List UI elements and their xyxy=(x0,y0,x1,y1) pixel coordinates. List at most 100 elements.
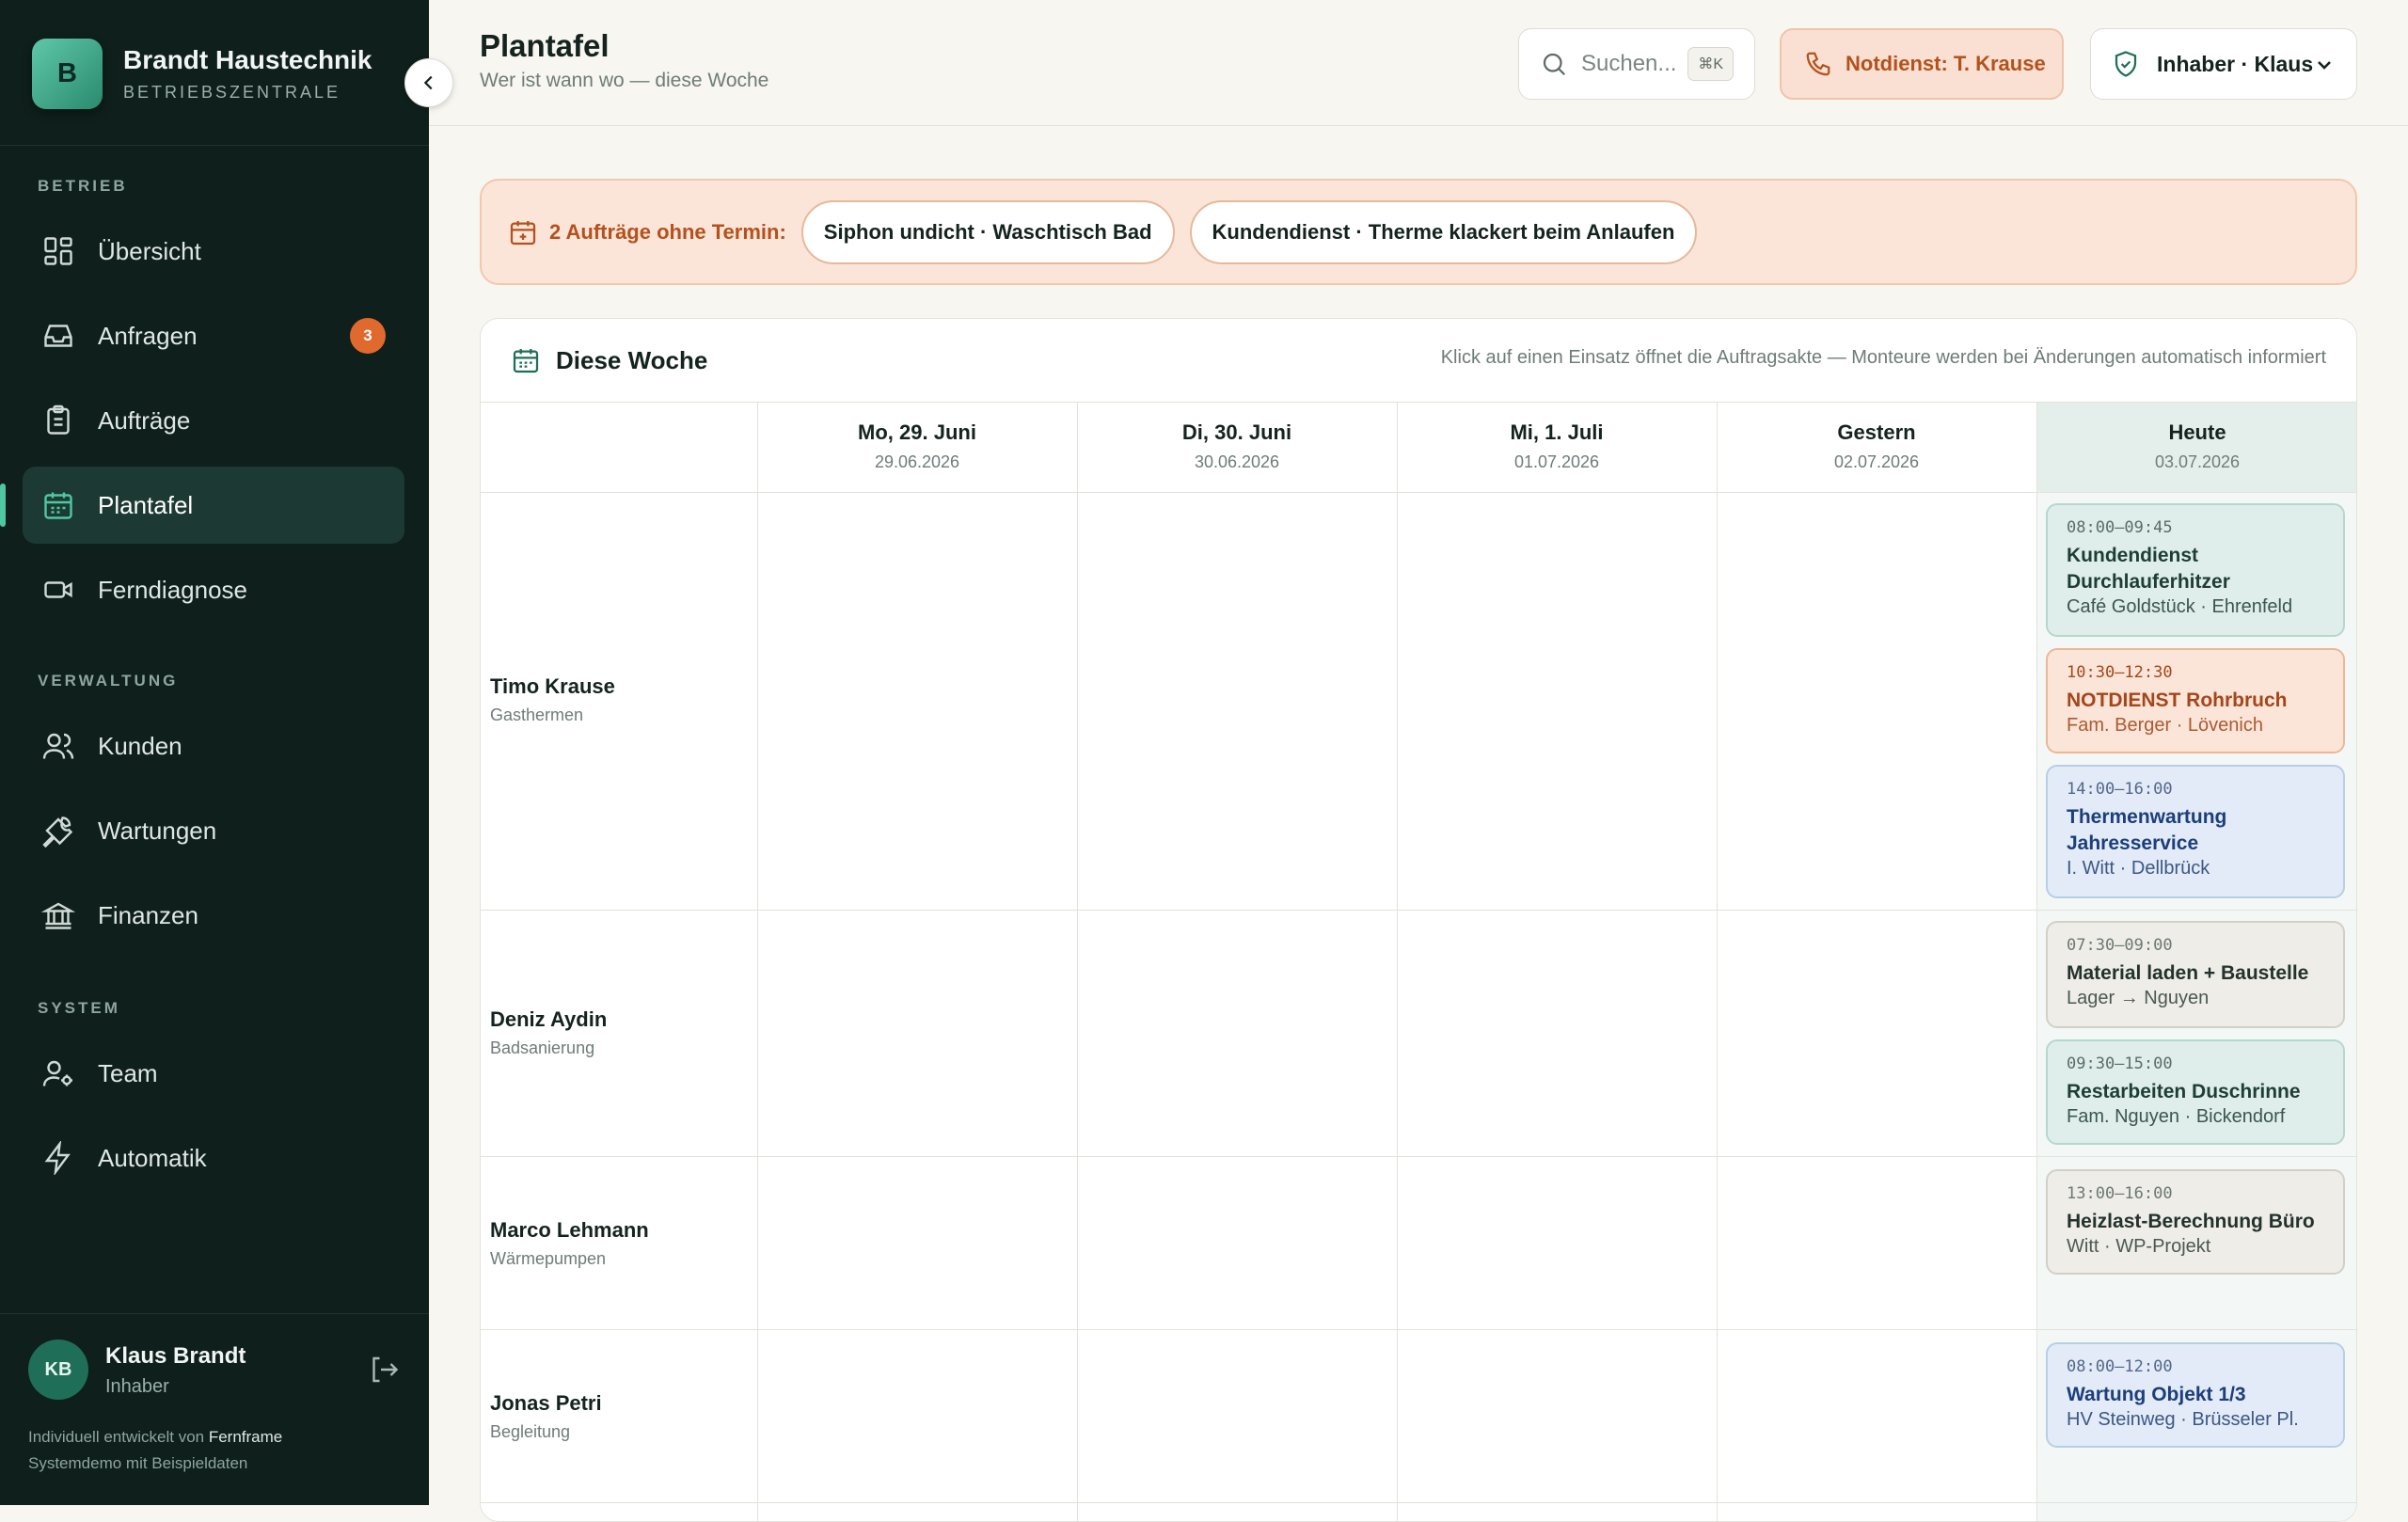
sidebar-item-label: Wartungen xyxy=(98,816,217,845)
sidebar-item-auftraege[interactable]: Aufträge xyxy=(23,382,404,459)
technician-skill: Badsanierung xyxy=(490,1038,595,1057)
event-location: I. Witt · Dellbrück xyxy=(2067,858,2210,879)
unscheduled-order-chip[interactable]: Siphon undicht · Waschtisch Bad xyxy=(800,199,1175,264)
chevron-down-icon xyxy=(2318,61,2331,70)
brand-name: Brandt Haustechnik xyxy=(123,44,372,74)
dashboard-grid-icon xyxy=(44,237,72,265)
day-header: Di, 30. Juni 30.06.2026 xyxy=(1077,402,1397,492)
brand-subtitle: BETRIEBSZENTRALE xyxy=(123,82,341,102)
calendar-icon xyxy=(513,349,539,373)
event-location: HV Steinweg · Brüsseler Pl. xyxy=(2067,1409,2299,1430)
calendar-plus-icon xyxy=(510,220,536,245)
emergency-duty-button[interactable]: Notdienst: T. Krause xyxy=(1780,28,2064,100)
grid-line xyxy=(1077,402,1078,1521)
sidebar-item-plantafel[interactable]: Plantafel xyxy=(0,467,404,544)
sidebar-divider xyxy=(0,145,429,146)
event-title: Heizlast-Berechnung Büro xyxy=(2067,1211,2315,1232)
lightning-icon xyxy=(44,1141,71,1175)
schedule-event[interactable]: 10:30–12:30 NOTDIENST Rohrbruch Fam. Ber… xyxy=(2046,648,2345,753)
technician-skill: Begleitung xyxy=(490,1422,571,1441)
page-subtitle: Wer ist wann wo — diese Woche xyxy=(480,70,769,91)
inbox-icon xyxy=(44,325,72,347)
user-gear-icon xyxy=(42,1060,72,1086)
sidebar-item-label: Kunden xyxy=(98,731,182,760)
sidebar-item-label: Team xyxy=(98,1058,158,1087)
sidebar-item-uebersicht[interactable]: Übersicht xyxy=(23,213,404,290)
unscheduled-order-chip[interactable]: Kundendienst · Therme klackert beim Anla… xyxy=(1189,199,1698,264)
page-header: Plantafel Wer ist wann wo — diese Woche … xyxy=(429,0,2408,126)
day-header: Mo, 29. Juni 29.06.2026 xyxy=(757,402,1077,492)
grid-line xyxy=(481,1502,2356,1503)
search-input[interactable]: Suchen... ⌘K xyxy=(1518,28,1755,100)
sidebar-item-anfragen[interactable]: Anfragen 3 xyxy=(23,297,404,374)
wrench-icon xyxy=(42,816,73,848)
day-name: Gestern xyxy=(1837,420,1916,444)
user-name: Klaus Brandt xyxy=(105,1343,246,1369)
schedule-event[interactable]: 09:30–15:00 Restarbeiten Duschrinne Fam.… xyxy=(2046,1039,2345,1145)
technician-row-label[interactable]: Marco Lehmann Wärmepumpen xyxy=(490,1218,649,1269)
sidebar-item-finanzen[interactable]: Finanzen xyxy=(23,877,404,954)
grid-line xyxy=(481,1329,2356,1330)
logout-icon[interactable] xyxy=(367,1353,401,1387)
day-name: Mi, 1. Juli xyxy=(1510,420,1604,444)
brand[interactable]: B Brandt Haustechnik BETRIEBSZENTRALE xyxy=(32,38,372,109)
notification-badge: 3 xyxy=(350,318,386,354)
technician-skill: Gasthermen xyxy=(490,706,584,724)
schedule-event[interactable]: 07:30–09:00 Material laden + Baustelle L… xyxy=(2046,921,2345,1028)
grid-line xyxy=(1717,402,1718,1521)
role-select[interactable]: Inhaber · Klaus xyxy=(2090,28,2357,100)
technician-row-label[interactable]: Timo Krause Gasthermen xyxy=(490,674,615,725)
search-shortcut: ⌘K xyxy=(1687,47,1734,81)
brand-logo: B xyxy=(32,38,103,109)
schedule-event[interactable]: 13:00–16:00 Heizlast-Berechnung Büro Wit… xyxy=(2046,1169,2345,1275)
event-title: Thermenwartung Jahresservice xyxy=(2067,806,2227,854)
technician-row-label[interactable]: Deniz Aydin Badsanierung xyxy=(490,1007,607,1058)
schedule-event[interactable]: 08:00–09:45 Kundendienst Durchlauferhitz… xyxy=(2046,503,2345,637)
sidebar-item-ferndiagnose[interactable]: Ferndiagnose xyxy=(23,551,404,628)
event-title: NOTDIENST Rohrbruch xyxy=(2067,690,2288,711)
schedule-board: Diese Woche Klick auf einen Einsatz öffn… xyxy=(480,318,2357,1522)
event-title: Restarbeiten Duschrinne xyxy=(2067,1081,2301,1102)
technician-name: Marco Lehmann xyxy=(490,1218,649,1242)
event-title: Material laden + Baustelle xyxy=(2067,962,2309,984)
board-hint: Klick auf einen Einsatz öffnet die Auftr… xyxy=(1440,347,2326,368)
credit-text: Individuell entwickelt von Fernframe Sys… xyxy=(28,1424,282,1477)
schedule-event[interactable]: 08:00–12:00 Wartung Objekt 1/3 HV Steinw… xyxy=(2046,1342,2345,1448)
collapse-sidebar-button[interactable] xyxy=(404,58,453,107)
schedule-event[interactable]: 14:00–16:00 Thermenwartung Jahresservice… xyxy=(2046,765,2345,898)
board-title: Diese Woche xyxy=(556,345,708,374)
day-date: 01.07.2026 xyxy=(1513,452,1600,471)
sidebar-item-label: Plantafel xyxy=(98,490,194,519)
clipboard-icon xyxy=(47,404,70,435)
sidebar-item-kunden[interactable]: Kunden xyxy=(23,707,404,785)
technician-skill: Wärmepumpen xyxy=(490,1249,607,1268)
nav-section-verwaltung: VERWALTUNG xyxy=(38,672,179,690)
day-date: 03.07.2026 xyxy=(2154,452,2241,471)
technician-name: Deniz Aydin xyxy=(490,1007,608,1031)
avatar[interactable]: KB xyxy=(28,1340,88,1400)
day-date: 30.06.2026 xyxy=(1194,452,1280,471)
user-role: Inhaber xyxy=(105,1376,169,1397)
event-time: 10:30–12:30 xyxy=(2067,663,2173,682)
event-time: 14:00–16:00 xyxy=(2067,780,2173,799)
event-time: 08:00–09:45 xyxy=(2067,518,2173,537)
unscheduled-orders-banner: 2 Aufträge ohne Termin: Siphon undicht ·… xyxy=(480,179,2357,285)
event-location: Café Goldstück · Ehrenfeld xyxy=(2067,596,2293,617)
event-location: Lager → Nguyen xyxy=(2067,988,2210,1008)
day-header: Gestern 02.07.2026 xyxy=(1717,402,2036,492)
credit-company[interactable]: Fernframe xyxy=(209,1428,282,1446)
day-name: Heute xyxy=(2168,420,2226,444)
sidebar-item-team[interactable]: Team xyxy=(23,1035,404,1112)
sidebar-item-automatik[interactable]: Automatik xyxy=(23,1119,404,1197)
sidebar-item-label: Automatik xyxy=(98,1143,207,1172)
event-location: Fam. Nguyen · Bickendorf xyxy=(2067,1106,2286,1127)
role-select-value: Inhaber · Klaus xyxy=(2157,51,2314,76)
sidebar-item-label: Anfragen xyxy=(98,321,198,350)
technician-row-label[interactable]: Jonas Petri Begleitung xyxy=(490,1391,602,1442)
sidebar-item-label: Aufträge xyxy=(98,405,191,435)
sidebar-item-wartungen[interactable]: Wartungen xyxy=(23,792,404,869)
event-time: 09:30–15:00 xyxy=(2067,1054,2173,1073)
event-title: Wartung Objekt 1/3 xyxy=(2067,1384,2246,1405)
event-location: Witt · WP-Projekt xyxy=(2067,1236,2211,1257)
sidebar-item-label: Ferndiagnose xyxy=(98,575,247,604)
